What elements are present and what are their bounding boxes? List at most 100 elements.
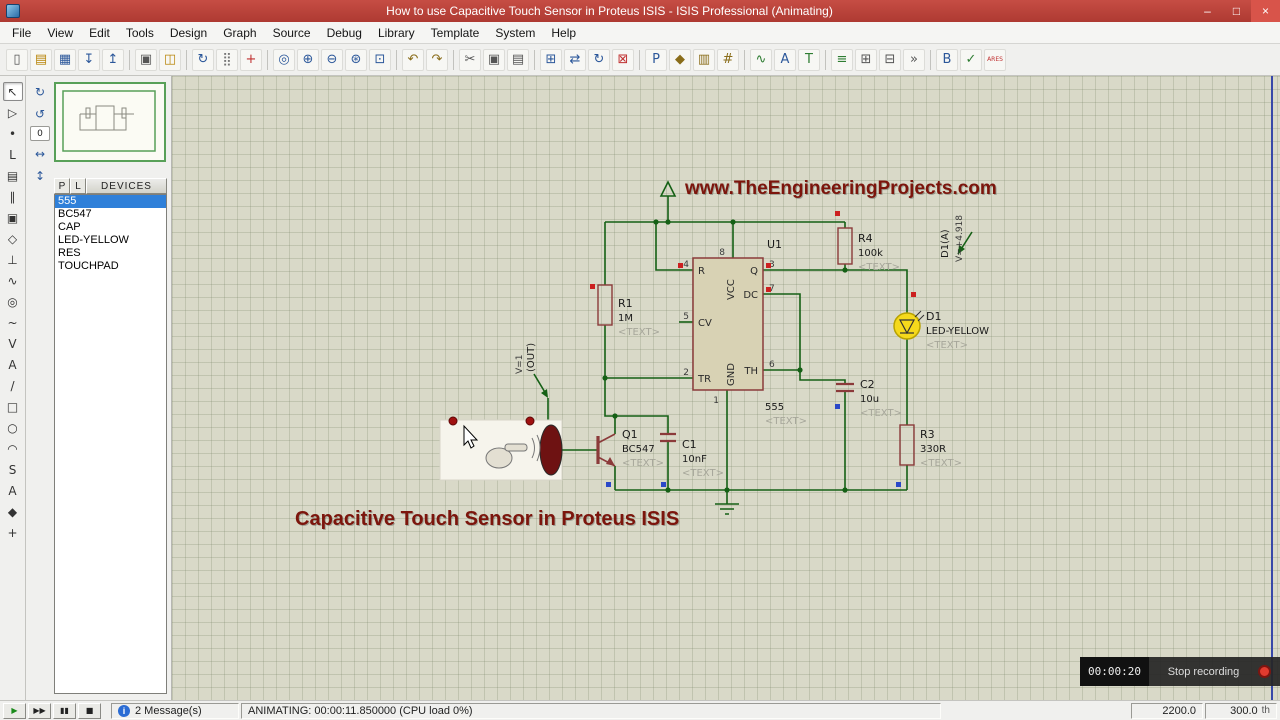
menu-debug[interactable]: Debug xyxy=(319,24,370,42)
component-mode-button[interactable]: ▷ xyxy=(3,103,23,122)
new-sheet-button[interactable]: ⊞ xyxy=(855,48,877,71)
selection-mode-button[interactable]: ↖ xyxy=(2,82,23,101)
device-item-res[interactable]: RES xyxy=(55,247,166,260)
voltage-probe-d1a[interactable]: D1(A) V=+4.918 xyxy=(940,215,973,262)
search-and-tag-button[interactable]: A xyxy=(774,48,796,71)
paste-button[interactable]: ▤ xyxy=(507,48,529,71)
graph-mode-button[interactable]: ∿ xyxy=(3,271,23,290)
play-button[interactable]: ▶ xyxy=(3,702,26,719)
minimize-button[interactable]: – xyxy=(1193,0,1222,22)
wire-autorouter-button[interactable]: ∿ xyxy=(750,48,772,71)
menu-graph[interactable]: Graph xyxy=(215,24,264,42)
device-pins-mode-button[interactable]: ⊥ xyxy=(3,250,23,269)
zoom-out-button[interactable]: ⊖ xyxy=(321,48,343,71)
pick-parts-button[interactable]: P xyxy=(645,48,667,71)
packaging-tool-button[interactable]: ▥ xyxy=(693,48,715,71)
component-d1[interactable]: D1 LED-YELLOW <TEXT> xyxy=(893,310,989,351)
undo-button[interactable]: ↶ xyxy=(402,48,424,71)
mirror-horizontal-button[interactable]: ↔ xyxy=(30,144,50,163)
cut-button[interactable]: ✂ xyxy=(459,48,481,71)
power-terminal[interactable] xyxy=(659,180,677,222)
mark-output-area-button[interactable]: ◫ xyxy=(159,48,181,71)
print-design-button[interactable]: ▣ xyxy=(135,48,157,71)
2d-box-mode-button[interactable]: □ xyxy=(3,397,23,416)
center-at-cursor-button[interactable]: ◎ xyxy=(273,48,295,71)
2d-circle-mode-button[interactable]: ○ xyxy=(3,418,23,437)
buses-mode-button[interactable]: ∥ xyxy=(3,187,23,206)
overview-panel[interactable] xyxy=(54,82,166,162)
generator-mode-button[interactable]: ~ xyxy=(3,313,23,332)
rotate-clockwise-button[interactable]: ↻ xyxy=(30,82,50,101)
text-script-mode-button[interactable]: ▤ xyxy=(3,166,23,185)
menu-help[interactable]: Help xyxy=(543,24,584,42)
schematic-canvas[interactable]: www.TheEngineeringProjects.com www.TheEn… xyxy=(172,76,1280,700)
block-delete-button[interactable]: ⊠ xyxy=(612,48,634,71)
toggle-grid-button[interactable]: ⣿ xyxy=(216,48,238,71)
component-c1[interactable]: C1 10nF <TEXT> xyxy=(660,432,724,479)
2d-text-mode-button[interactable]: A xyxy=(3,481,23,500)
step-button[interactable]: ▶▶ xyxy=(28,702,51,719)
zoom-area-button[interactable]: ⊡ xyxy=(369,48,391,71)
component-r3[interactable]: R3 330R <TEXT> xyxy=(899,424,962,469)
make-device-button[interactable]: ◆ xyxy=(669,48,691,71)
copy-button[interactable]: ▣ xyxy=(483,48,505,71)
terminals-mode-button[interactable]: ◇ xyxy=(3,229,23,248)
message-cell[interactable]: i 2 Message(s) xyxy=(111,702,239,719)
device-item-cap[interactable]: CAP xyxy=(55,221,166,234)
menu-system[interactable]: System xyxy=(487,24,543,42)
toggle-origin-button[interactable]: + xyxy=(240,48,262,71)
voltage-probe-mode-button[interactable]: V xyxy=(3,334,23,353)
menu-library[interactable]: Library xyxy=(370,24,423,42)
menu-file[interactable]: File xyxy=(4,24,39,42)
component-q1[interactable]: Q1 BC547 <TEXT> xyxy=(596,428,664,469)
mirror-vertical-button[interactable]: ↕ xyxy=(30,166,50,185)
remove-sheet-button[interactable]: ⊟ xyxy=(879,48,901,71)
record-indicator-icon[interactable] xyxy=(1258,665,1271,678)
close-button[interactable]: × xyxy=(1251,0,1280,22)
zoom-all-button[interactable]: ⊛ xyxy=(345,48,367,71)
design-explorer-button[interactable]: ≡ xyxy=(831,48,853,71)
menu-tools[interactable]: Tools xyxy=(118,24,162,42)
2d-symbol-mode-button[interactable]: ◆ xyxy=(3,502,23,521)
component-r4[interactable]: R4 100k <TEXT> xyxy=(837,227,900,273)
device-item-bc547[interactable]: BC547 xyxy=(55,208,166,221)
menu-design[interactable]: Design xyxy=(162,24,215,42)
subcircuit-mode-button[interactable]: ▣ xyxy=(3,208,23,227)
block-copy-button[interactable]: ⊞ xyxy=(540,48,562,71)
property-assignment-button[interactable]: T xyxy=(798,48,820,71)
component-touchpad[interactable] xyxy=(439,416,563,481)
component-r1[interactable]: R1 1M <TEXT> xyxy=(597,284,660,338)
zoom-in-button[interactable]: ⊕ xyxy=(297,48,319,71)
device-item-555[interactable]: 555 xyxy=(55,195,166,208)
device-item-touchpad[interactable]: TOUCHPAD xyxy=(55,260,166,273)
component-u1[interactable]: U1 555 <TEXT> 4 5 2 8 3 7 6 1 R CV TR Q … xyxy=(683,238,807,427)
caption-text[interactable]: Capacitive Touch Sensor in Proteus ISIS … xyxy=(295,508,680,531)
bill-of-materials-button[interactable]: B xyxy=(936,48,958,71)
menu-edit[interactable]: Edit xyxy=(81,24,118,42)
menu-view[interactable]: View xyxy=(39,24,81,42)
junction-dot-mode-button[interactable]: • xyxy=(3,124,23,143)
stop-recording-button[interactable]: Stop recording xyxy=(1149,666,1258,678)
wire-label-mode-button[interactable]: L xyxy=(3,145,23,164)
netlist-to-ares-button[interactable]: ARES xyxy=(984,48,1006,71)
marker-mode-button[interactable]: + xyxy=(3,523,23,542)
block-rotate-button[interactable]: ↻ xyxy=(588,48,610,71)
2d-path-mode-button[interactable]: S xyxy=(3,460,23,479)
2d-line-mode-button[interactable]: / xyxy=(3,376,23,395)
menu-template[interactable]: Template xyxy=(423,24,488,42)
ground-symbol[interactable] xyxy=(715,490,739,515)
block-move-button[interactable]: ⇄ xyxy=(564,48,586,71)
component-c2[interactable]: C2 10u <TEXT> xyxy=(836,378,902,419)
save-design-button[interactable]: ▦ xyxy=(54,48,76,71)
rotate-anticlockwise-button[interactable]: ↺ xyxy=(30,104,50,123)
menu-source[interactable]: Source xyxy=(265,24,319,42)
device-item-led-yellow[interactable]: LED-YELLOW xyxy=(55,234,166,247)
voltage-probe-out[interactable]: (OUT) V=1 xyxy=(515,343,548,398)
library-button[interactable]: L xyxy=(70,178,86,194)
export-section-button[interactable]: ↥ xyxy=(102,48,124,71)
2d-arc-mode-button[interactable]: ◠ xyxy=(3,439,23,458)
pick-device-button[interactable]: P xyxy=(54,178,70,194)
goto-sheet-button[interactable]: » xyxy=(903,48,925,71)
electrical-rule-check-button[interactable]: ✓ xyxy=(960,48,982,71)
decompose-button[interactable]: # xyxy=(717,48,739,71)
